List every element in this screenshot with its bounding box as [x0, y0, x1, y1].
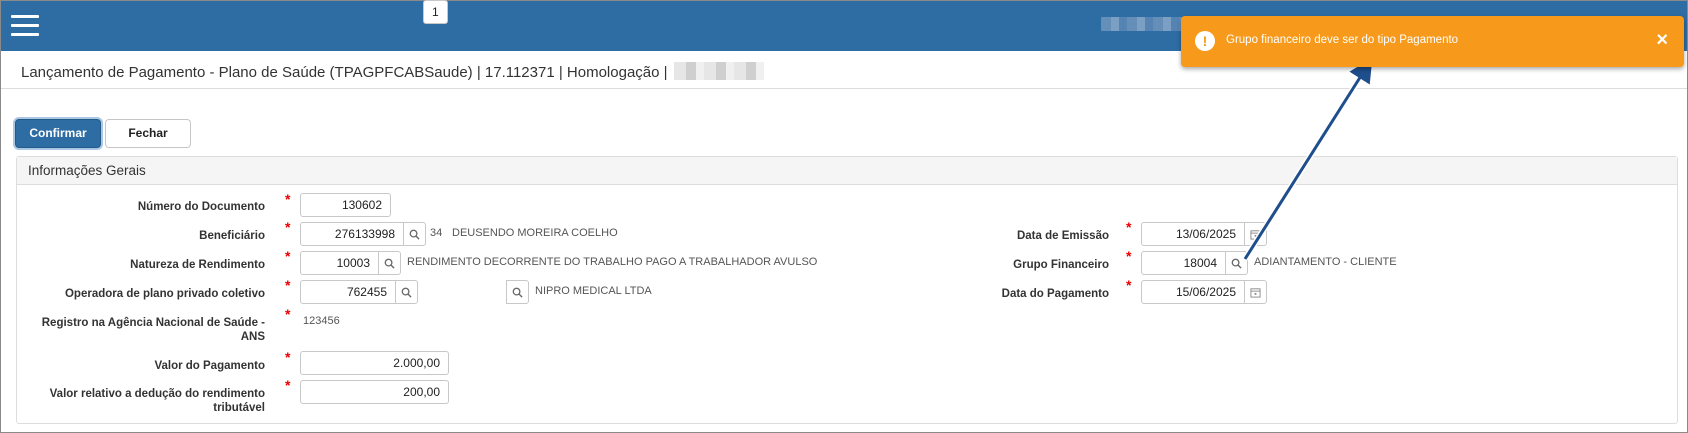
beneficiario-code: 34 [430, 227, 443, 239]
required-mark: * [285, 377, 291, 393]
valor-deducao-label-line2: tributável [213, 402, 265, 414]
required-mark: * [1126, 248, 1132, 264]
toast-close-icon[interactable]: × [1656, 29, 1668, 51]
data-pagamento-calendar-button[interactable] [1244, 280, 1267, 304]
required-mark: * [285, 349, 291, 365]
valor-deducao-label-line1: Valor relativo a dedução do rendimento [49, 388, 265, 400]
close-button[interactable]: Fechar [105, 119, 191, 148]
registro-ans-label-line2: ANS [240, 331, 265, 343]
blurred-environment-name [673, 62, 764, 80]
required-mark: * [285, 306, 291, 322]
registro-ans-label: Registro na Agência Nacional de Saúde - A… [20, 316, 265, 344]
registro-ans-label-line1: Registro na Agência Nacional de Saúde - [41, 317, 265, 329]
search-icon [409, 229, 420, 240]
grupo-financeiro-search-button[interactable] [1225, 251, 1248, 275]
natureza-rendimento-input[interactable]: 10003 [300, 251, 379, 275]
operadora-secondary-search-button[interactable] [506, 280, 529, 304]
calendar-icon [1250, 287, 1261, 298]
confirm-button[interactable]: Confirmar [15, 119, 101, 148]
calendar-icon [1250, 229, 1261, 240]
valor-deducao-label: Valor relativo a dedução do rendimento tr… [20, 387, 265, 415]
general-info-panel: Informações Gerais [16, 156, 1678, 424]
panel-title: Informações Gerais [17, 157, 1677, 185]
registro-ans-value: 123456 [303, 315, 340, 327]
grupo-financeiro-input[interactable]: 18004 [1141, 251, 1226, 275]
data-pagamento-label: Data do Pagamento [1001, 288, 1109, 300]
required-mark: * [285, 219, 291, 235]
data-emissao-input[interactable]: 13/06/2025 [1141, 222, 1245, 246]
hamburger-menu-icon[interactable] [11, 15, 39, 37]
valor-deducao-input[interactable]: 200,00 [300, 380, 449, 404]
natureza-rendimento-description: RENDIMENTO DECORRENTE DO TRABALHO PAGO A… [407, 256, 818, 268]
exclamation-icon: ! [1195, 31, 1215, 51]
grupo-financeiro-description: ADIANTAMENTO - CLIENTE [1254, 256, 1397, 268]
grupo-financeiro-label: Grupo Financeiro [1013, 259, 1109, 271]
operadora-input[interactable]: 762455 [300, 280, 396, 304]
search-icon [512, 287, 523, 298]
operadora-label: Operadora de plano privado coletivo [64, 288, 265, 300]
data-emissao-label: Data de Emissão [1016, 230, 1109, 242]
beneficiario-search-button[interactable] [403, 222, 426, 246]
data-emissao-calendar-button[interactable] [1244, 222, 1267, 246]
beneficiario-input[interactable]: 276133998 [300, 222, 404, 246]
page-title-text: Lançamento de Pagamento - Plano de Saúde… [21, 64, 668, 81]
operadora-name: NIPRO MEDICAL LTDA [535, 285, 652, 297]
natureza-rendimento-search-button[interactable] [378, 251, 401, 275]
valor-pagamento-label: Valor do Pagamento [154, 360, 265, 372]
operadora-search-button[interactable] [395, 280, 418, 304]
toast-message: Grupo financeiro deve ser do tipo Pagame… [1226, 34, 1459, 46]
required-mark: * [1126, 277, 1132, 293]
error-toast: ! Grupo financeiro deve ser do tipo Paga… [1181, 16, 1684, 67]
required-mark: * [1126, 219, 1132, 235]
data-pagamento-input[interactable]: 15/06/2025 [1141, 280, 1245, 304]
required-mark: * [285, 277, 291, 293]
numero-documento-label: Número do Documento [137, 201, 265, 213]
operadora-secondary-input[interactable]: 1 [423, 0, 448, 24]
valor-pagamento-input[interactable]: 2.000,00 [300, 351, 449, 375]
beneficiario-label: Beneficiário [199, 230, 265, 242]
search-icon [1231, 258, 1242, 269]
page-title: Lançamento de Pagamento - Plano de Saúde… [21, 62, 764, 81]
search-icon [384, 258, 395, 269]
natureza-rendimento-label: Natureza de Rendimento [130, 259, 265, 271]
required-mark: * [285, 191, 291, 207]
search-icon [401, 287, 412, 298]
numero-documento-input[interactable]: 130602 [300, 193, 391, 217]
beneficiario-name: DEUSENDO MOREIRA COELHO [452, 227, 618, 239]
required-mark: * [285, 248, 291, 264]
